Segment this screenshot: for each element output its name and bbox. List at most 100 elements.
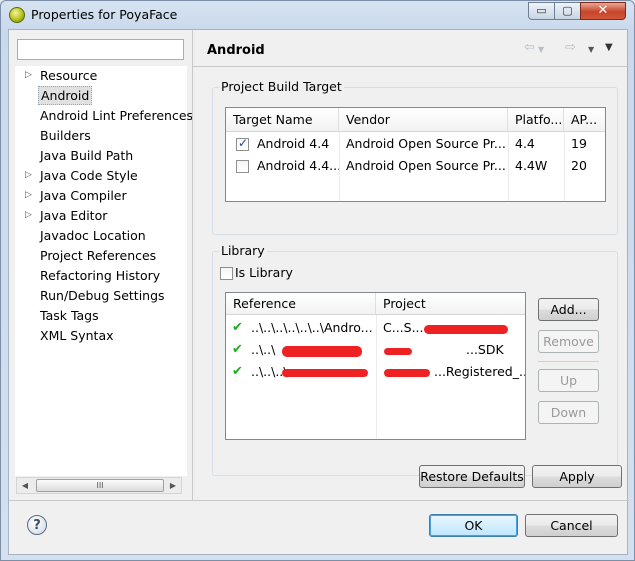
column-divider (339, 132, 340, 201)
expand-arrow-icon[interactable]: ▷ (25, 206, 32, 225)
sidebar-item-label: Project References (40, 248, 157, 263)
column-header-target-name[interactable]: Target Name (226, 108, 339, 132)
close-button[interactable]: ✕ (580, 2, 626, 20)
column-header-vendor[interactable]: Vendor (339, 108, 508, 132)
column-header-project[interactable]: Project (376, 293, 525, 315)
sidebar-item-label: Run/Debug Settings (40, 288, 165, 303)
redaction-mark (282, 346, 362, 357)
move-down-button[interactable]: Down (538, 401, 599, 424)
remove-library-button[interactable]: Remove (538, 330, 599, 353)
target-checkbox-row2[interactable] (236, 160, 249, 173)
sidebar-item-label: Builders (40, 128, 91, 143)
scroll-right-icon[interactable]: ▶ (165, 478, 181, 493)
sidebar-item-label: Java Editor (40, 208, 108, 223)
sidebar-item-resource[interactable]: ▷ Resource (15, 66, 187, 85)
filter-input[interactable] (17, 39, 184, 60)
tree-horizontal-scrollbar[interactable]: ◀ III ▶ (16, 477, 182, 494)
apply-button[interactable]: Apply (532, 465, 622, 488)
is-library-checkbox[interactable] (220, 267, 233, 280)
ok-button[interactable]: OK (429, 514, 518, 537)
sidebar-item-builders[interactable]: Builders (15, 126, 187, 145)
sidebar-item-run-debug-settings[interactable]: Run/Debug Settings (15, 286, 187, 305)
sidebar-item-label: XML Syntax (40, 328, 114, 343)
sidebar-item-label: Java Build Path (40, 148, 134, 163)
sidebar-item-label: Resource (40, 68, 98, 83)
library-reference-table[interactable]: Reference Project ✔ ..\..\..\..\..\..\An… (225, 292, 526, 440)
ok-check-icon: ✔ (232, 364, 243, 379)
sidebar-item-project-references[interactable]: Project References (15, 246, 187, 265)
cancel-button[interactable]: Cancel (525, 514, 618, 537)
is-library-label[interactable]: Is Library (235, 265, 293, 280)
target-api-cell: 20 (571, 158, 587, 173)
sidebar-item-label: Android (38, 86, 93, 105)
minimize-button[interactable]: ▭ (528, 2, 555, 20)
sidebar-item-java-build-path[interactable]: Java Build Path (15, 146, 187, 165)
target-name-cell: Android 4.4... (257, 158, 339, 173)
properties-window: Properties for PoyaFace ▭ ▢ ✕ ▷ Resource A… (0, 0, 635, 561)
reference-cell: ..\..\..\..\..\..\Andro... (251, 320, 373, 335)
sidebar-item-label: Task Tags (40, 308, 99, 323)
back-menu-chevron-icon[interactable]: ▼ (538, 45, 544, 54)
column-divider (376, 315, 377, 439)
redaction-mark (282, 369, 368, 377)
restore-defaults-button[interactable]: Restore Defaults (419, 465, 525, 488)
target-vendor-cell: Android Open Source Pr... (346, 158, 506, 173)
back-arrow-icon[interactable]: ⇦ (524, 40, 535, 55)
view-menu-icon[interactable]: ▼ (605, 42, 613, 53)
window-title: Properties for PoyaFace (31, 7, 178, 22)
bottom-separator (9, 500, 629, 501)
forward-menu-chevron-icon[interactable]: ▼ (588, 45, 594, 54)
sidebar-item-task-tags[interactable]: Task Tags (15, 306, 187, 325)
eclipse-app-icon (9, 7, 25, 23)
redaction-mark (384, 369, 430, 377)
column-header-reference[interactable]: Reference (226, 293, 376, 315)
scroll-left-icon[interactable]: ◀ (17, 478, 33, 493)
target-api-cell: 19 (571, 136, 587, 151)
expand-arrow-icon[interactable]: ▷ (25, 166, 32, 185)
redaction-mark (424, 325, 508, 334)
button-separator (538, 361, 599, 362)
column-divider (508, 132, 509, 201)
forward-arrow-icon[interactable]: ⇨ (565, 40, 576, 55)
header-separator (193, 66, 629, 67)
help-icon[interactable]: ? (27, 515, 47, 535)
dialog-client: ▷ Resource Android Android Lint Preferences… (8, 29, 629, 555)
title-bar[interactable]: Properties for PoyaFace ▭ ▢ ✕ (1, 1, 634, 29)
sidebar-item-android[interactable]: Android (15, 86, 187, 105)
ok-check-icon: ✔ (232, 342, 243, 357)
pane-divider[interactable] (192, 30, 193, 500)
sidebar-item-android-lint-preferences[interactable]: Android Lint Preferences (15, 106, 193, 125)
expand-arrow-icon[interactable]: ▷ (25, 66, 32, 85)
add-library-button[interactable]: Add... (538, 298, 599, 321)
sidebar-item-label: Java Code Style (40, 168, 138, 183)
target-platform-cell: 4.4 (515, 136, 535, 151)
maximize-button[interactable]: ▢ (554, 2, 581, 20)
sidebar-item-label: Javadoc Location (40, 228, 146, 243)
target-vendor-cell: Android Open Source Pr... (346, 136, 506, 151)
sidebar-item-label: Android Lint Preferences (40, 108, 194, 123)
sidebar-item-xml-syntax[interactable]: XML Syntax (15, 326, 187, 345)
move-up-button[interactable]: Up (538, 369, 599, 392)
target-checkbox-row1[interactable] (236, 136, 249, 151)
category-tree: ▷ Resource Android Android Lint Preferences… (15, 66, 193, 476)
build-target-group-title: Project Build Target (219, 79, 344, 94)
column-header-platform[interactable]: Platfo... (508, 108, 564, 132)
target-platform-cell: 4.4W (515, 158, 548, 173)
sidebar-item-java-code-style[interactable]: ▷ Java Code Style (15, 166, 187, 185)
ok-check-icon: ✔ (232, 320, 243, 335)
column-divider (564, 132, 565, 201)
target-name-cell: Android 4.4 (257, 136, 330, 151)
sidebar-item-refactoring-history[interactable]: Refactoring History (15, 266, 187, 285)
sidebar-item-label: Java Compiler (40, 188, 127, 203)
sidebar-item-java-compiler[interactable]: ▷ Java Compiler (15, 186, 187, 205)
column-header-api[interactable]: AP... (564, 108, 605, 132)
library-group-title: Library (219, 243, 267, 258)
sidebar-item-javadoc-location[interactable]: Javadoc Location (15, 226, 187, 245)
sidebar-item-java-editor[interactable]: ▷ Java Editor (15, 206, 187, 225)
build-target-table[interactable]: Target Name Vendor Platfo... AP... Andro… (225, 107, 606, 202)
expand-arrow-icon[interactable]: ▷ (25, 186, 32, 205)
scroll-thumb[interactable]: III (36, 479, 164, 492)
sidebar-item-label: Refactoring History (40, 268, 161, 283)
page-title: Android (207, 43, 265, 58)
redaction-mark (384, 348, 412, 355)
